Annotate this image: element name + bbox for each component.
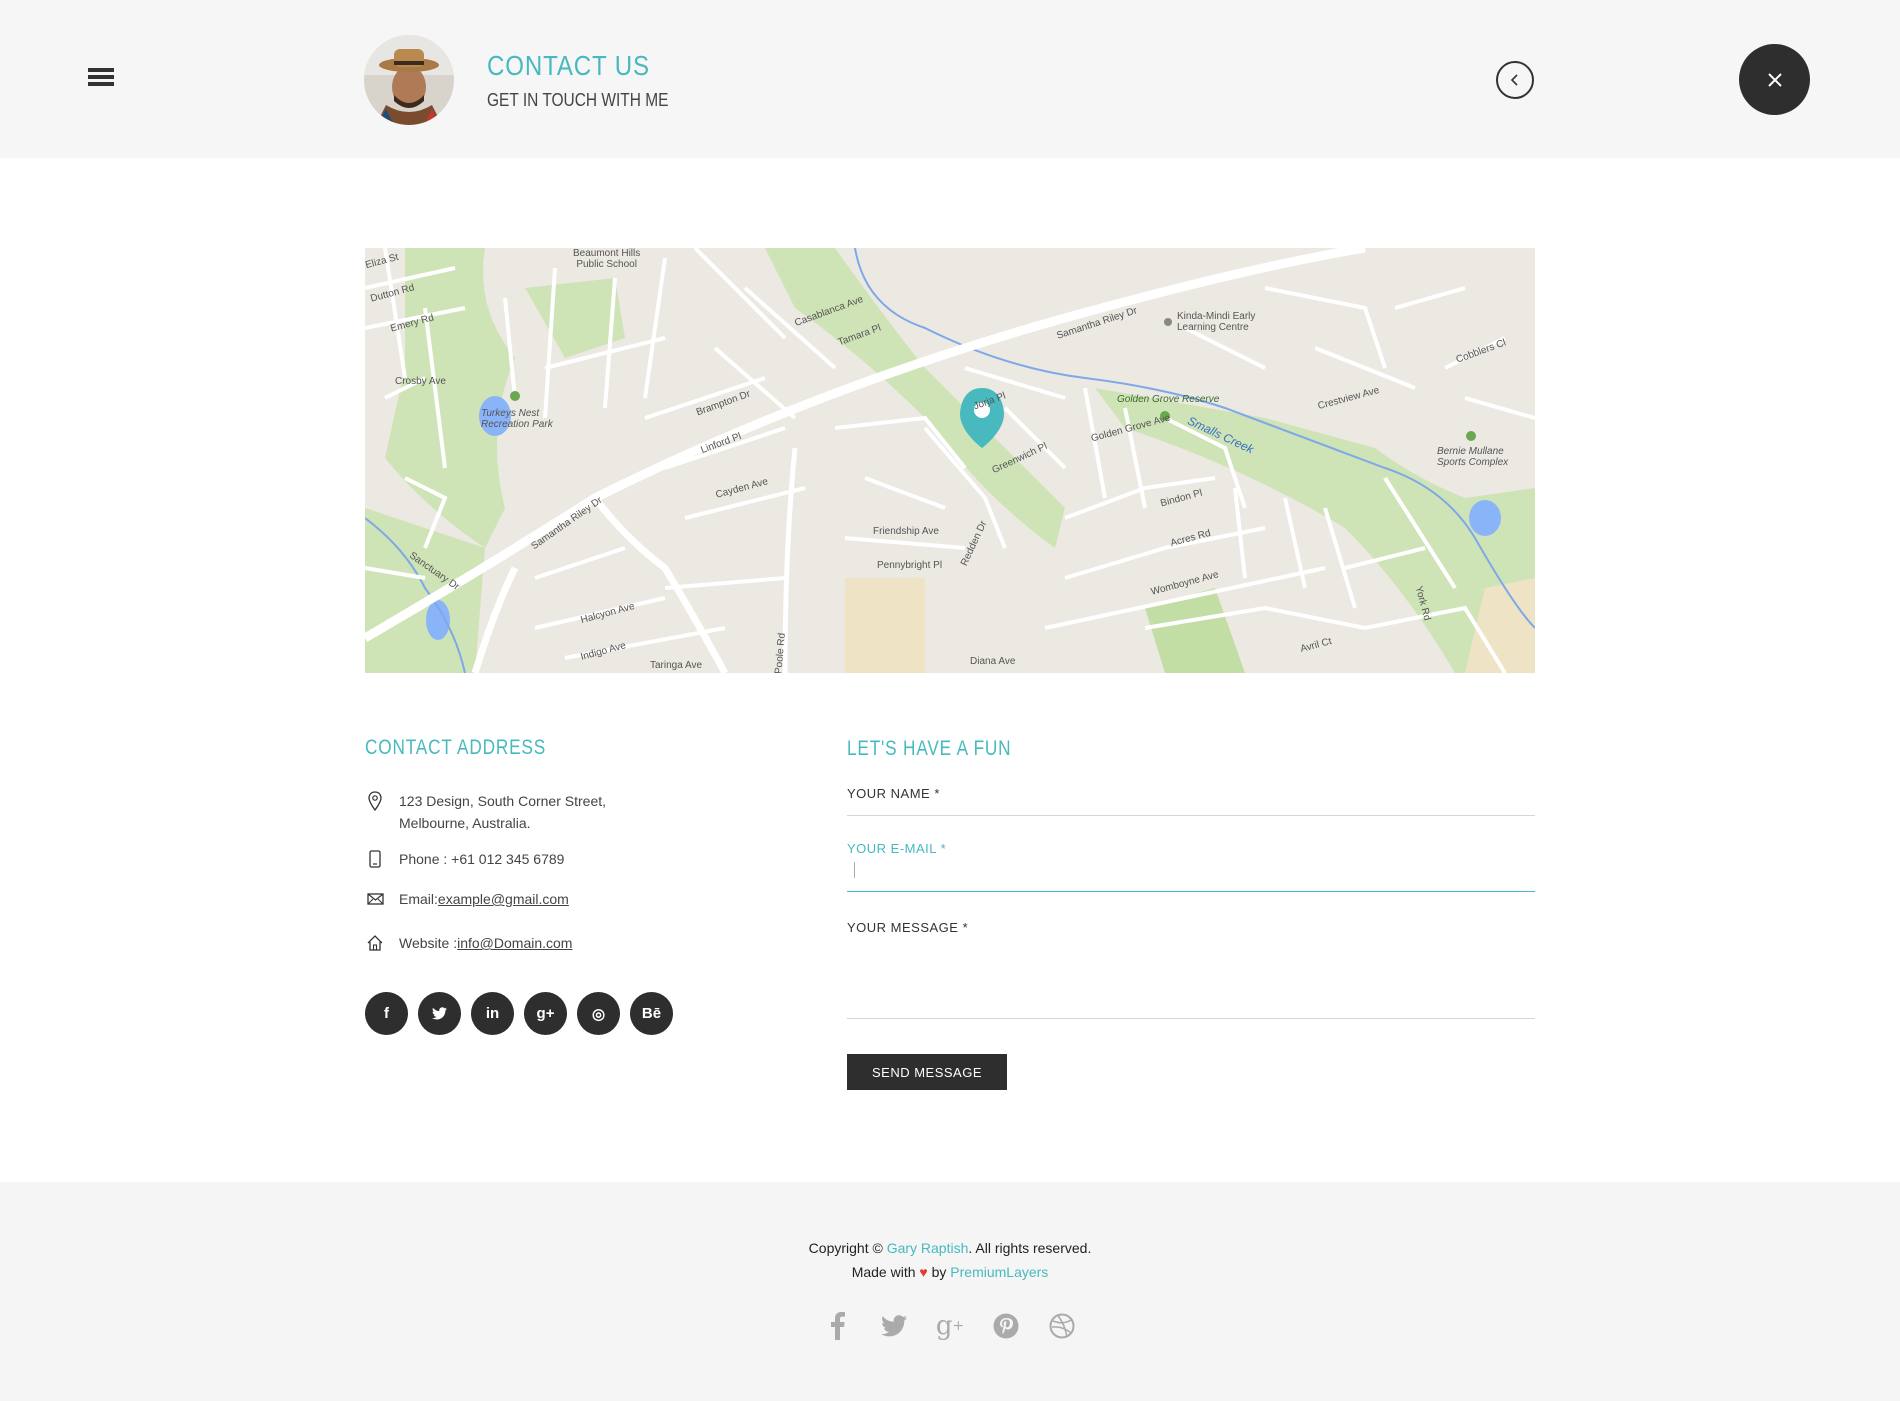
footer-social-links: g + bbox=[0, 1310, 1900, 1342]
back-button[interactable] bbox=[1496, 61, 1534, 99]
company-link[interactable]: PremiumLayers bbox=[950, 1264, 1048, 1280]
name-input[interactable] bbox=[847, 801, 1535, 817]
contact-address-title: CONTACT ADDRESS bbox=[365, 736, 547, 759]
copyright: Copyright © Gary Raptish. All rights res… bbox=[0, 1240, 1900, 1256]
author-link[interactable]: Gary Raptish bbox=[887, 1240, 969, 1256]
map-label-reserve: Golden Grove Reserve bbox=[1117, 394, 1220, 405]
home-icon bbox=[365, 932, 385, 954]
email-link[interactable]: example@gmail.com bbox=[438, 888, 569, 910]
phone-text: Phone : +61 012 345 6789 bbox=[399, 851, 565, 867]
website-link[interactable]: info@Domain.com bbox=[457, 932, 572, 954]
email-field[interactable]: YOUR E-MAIL * bbox=[847, 841, 1535, 892]
linkedin-icon[interactable]: in bbox=[471, 992, 514, 1035]
phone-row: Phone : +61 012 345 6789 bbox=[365, 848, 564, 870]
message-input[interactable] bbox=[847, 943, 1535, 991]
page-header: CONTACT US GET IN TOUCH WITH ME bbox=[0, 0, 1900, 158]
made-with: Made with ♥ by PremiumLayers bbox=[0, 1264, 1900, 1280]
page-footer: Copyright © Gary Raptish. All rights res… bbox=[0, 1182, 1900, 1401]
map-label-street: Friendship Ave bbox=[873, 526, 939, 537]
envelope-icon bbox=[365, 888, 385, 910]
email-label: Email: bbox=[399, 891, 438, 907]
page-title: CONTACT US bbox=[487, 50, 650, 81]
copyright-prefix: Copyright © bbox=[808, 1240, 887, 1256]
map-label-school: Beaumont Hills Public School bbox=[573, 248, 641, 270]
facebook-icon[interactable]: f bbox=[365, 992, 408, 1035]
avatar bbox=[364, 35, 454, 125]
map-label-street: Diana Ave bbox=[970, 656, 1016, 667]
menu-icon[interactable] bbox=[88, 68, 114, 90]
pinterest-icon[interactable] bbox=[992, 1310, 1020, 1342]
name-label: YOUR NAME * bbox=[847, 786, 940, 801]
chevron-left-icon bbox=[1510, 74, 1518, 86]
facebook-icon[interactable] bbox=[824, 1310, 852, 1342]
made-with-prefix: Made with bbox=[851, 1264, 920, 1280]
form-title: LET'S HAVE A FUN bbox=[847, 737, 1012, 760]
map-label-street: Taringa Ave bbox=[650, 660, 703, 671]
website-label: Website : bbox=[399, 935, 458, 951]
google-plus-icon[interactable]: g+ bbox=[936, 1310, 964, 1342]
heart-icon: ♥ bbox=[919, 1264, 928, 1280]
address-line1: 123 Design, South Corner Street, bbox=[399, 793, 607, 809]
message-label: YOUR MESSAGE * bbox=[847, 920, 969, 935]
website-row: Website : info@Domain.com bbox=[365, 932, 572, 954]
close-icon bbox=[1767, 72, 1782, 87]
map-label-street: Pennybright Pl bbox=[877, 560, 943, 571]
map-label-park: Turkeys Nest Recreation Park bbox=[481, 408, 553, 430]
title-block: CONTACT US GET IN TOUCH WITH ME bbox=[487, 50, 698, 111]
twitter-icon[interactable] bbox=[880, 1310, 908, 1342]
close-button[interactable] bbox=[1739, 44, 1810, 115]
location-map[interactable]: Beaumont Hills Public School Kinda-Mindi… bbox=[365, 248, 1535, 673]
page-subtitle: GET IN TOUCH WITH ME bbox=[487, 90, 669, 110]
map-label-sports: Bernie Mullane Sports Complex bbox=[1437, 446, 1509, 468]
map-label-street: Crosby Ave bbox=[395, 376, 446, 387]
email-field-label: YOUR E-MAIL * bbox=[847, 841, 947, 856]
name-field[interactable]: YOUR NAME * bbox=[847, 786, 1535, 817]
send-message-button[interactable]: SEND MESSAGE bbox=[847, 1054, 1007, 1090]
email-row: Email: example@gmail.com bbox=[365, 888, 569, 910]
dribbble-icon[interactable]: ◎ bbox=[577, 992, 620, 1035]
google-plus-icon[interactable]: g+ bbox=[524, 992, 567, 1035]
copyright-suffix: . All rights reserved. bbox=[968, 1240, 1092, 1256]
map-marker-icon bbox=[365, 790, 385, 812]
address-row: 123 Design, South Corner Street, Melbour… bbox=[365, 790, 606, 834]
address-line2: Melbourne, Australia. bbox=[399, 815, 531, 831]
email-input[interactable] bbox=[854, 862, 1254, 878]
twitter-icon[interactable] bbox=[418, 992, 461, 1035]
behance-icon[interactable]: Bē bbox=[630, 992, 673, 1035]
social-links: f in g+ ◎ Bē bbox=[365, 992, 673, 1035]
message-field[interactable]: YOUR MESSAGE * bbox=[847, 920, 1535, 1019]
made-by-text: by bbox=[931, 1264, 951, 1280]
map-label-early-learning: Kinda-Mindi Early Learning Centre bbox=[1177, 311, 1256, 333]
mobile-phone-icon bbox=[365, 848, 385, 870]
dribbble-icon[interactable] bbox=[1048, 1310, 1076, 1342]
map-canvas bbox=[365, 248, 1535, 673]
